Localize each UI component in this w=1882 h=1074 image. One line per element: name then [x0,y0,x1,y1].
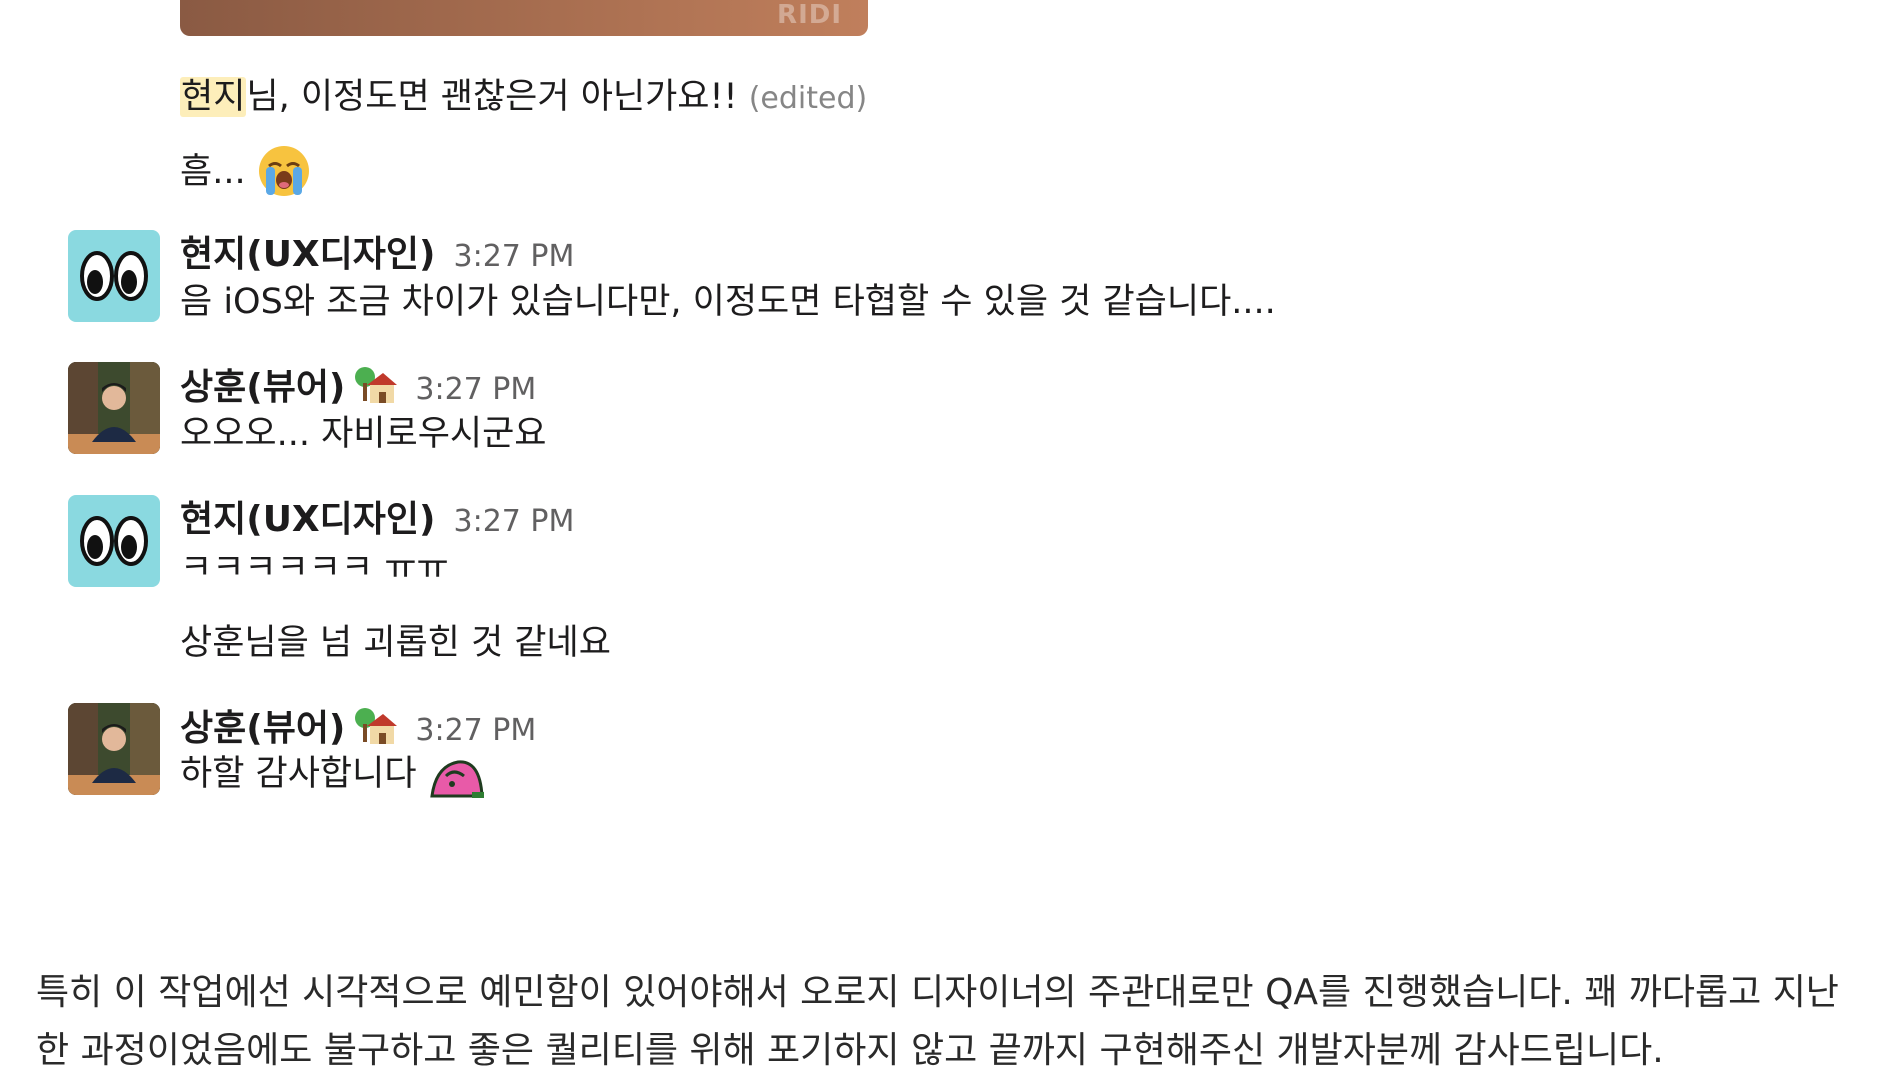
sender-name[interactable]: 상훈(뷰어) [180,699,345,751]
avatar[interactable] [68,230,160,322]
message-text: 흠... [180,146,311,200]
timestamp[interactable]: 3:27 PM [454,504,575,539]
message-header: 현지(UX디자인) 3:27 PM [180,490,575,540]
sender-name[interactable]: 상훈(뷰어) [180,358,345,410]
message-text: 하할 감사합니다 [180,752,486,798]
message-body: 하할 감사합니다 [180,754,417,794]
profile-photo [68,362,160,454]
loudly-crying-face-icon [257,144,311,198]
message-header: 현지(UX디자인) 3:27 PM [180,225,575,275]
message-body: 님, 이정도면 괜찮은거 아닌가요!! [246,77,738,117]
avatar[interactable] [68,703,160,795]
message-text: ㅋㅋㅋㅋㅋㅋ ㅠㅠ [180,548,449,588]
user-mention[interactable]: 현지 [180,77,247,117]
house-with-tree-icon[interactable] [353,706,398,746]
profile-photo [68,703,160,795]
sender-name[interactable]: 현지(UX디자인) [180,490,436,542]
house-with-tree-icon[interactable] [353,365,398,405]
message-header: 상훈(뷰어) 3:27 PM [180,699,536,749]
image-watermark: RIDI [777,0,842,30]
sender-name[interactable]: 현지(UX디자인) [180,225,436,277]
timestamp[interactable]: 3:27 PM [415,713,536,748]
cartoon-eyes-icon [80,516,148,566]
message-text: 음 iOS와 조금 차이가 있습니다만, 이정도면 타협할 수 있을 것 같습니… [180,282,1276,322]
custom-blob-emoji-icon [428,754,486,800]
attached-image[interactable]: RIDI [180,0,868,36]
message-header: 상훈(뷰어) 3:27 PM [180,358,536,408]
avatar[interactable] [68,495,160,587]
avatar[interactable] [68,362,160,454]
message-body: 흠... [180,152,246,192]
article-paragraph: 특히 이 작업에선 시각적으로 예민함이 있어야해서 오로지 디자이너의 주관대… [36,972,1839,1071]
cartoon-eyes-icon [80,251,148,301]
edited-label: (edited) [748,81,868,116]
timestamp[interactable]: 3:27 PM [415,372,536,407]
slack-thread-screenshot: RIDI 현지님, 이정도면 괜찮은거 아닌가요!! (edited) 흠... [0,0,1882,1074]
timestamp[interactable]: 3:27 PM [454,239,575,274]
message-text: 현지님, 이정도면 괜찮은거 아닌가요!! (edited) [180,75,867,121]
message-text: 상훈님을 넘 괴롭힌 것 같네요 [180,623,611,663]
message-text: 오오오... 자비로우시군요 [180,414,547,454]
